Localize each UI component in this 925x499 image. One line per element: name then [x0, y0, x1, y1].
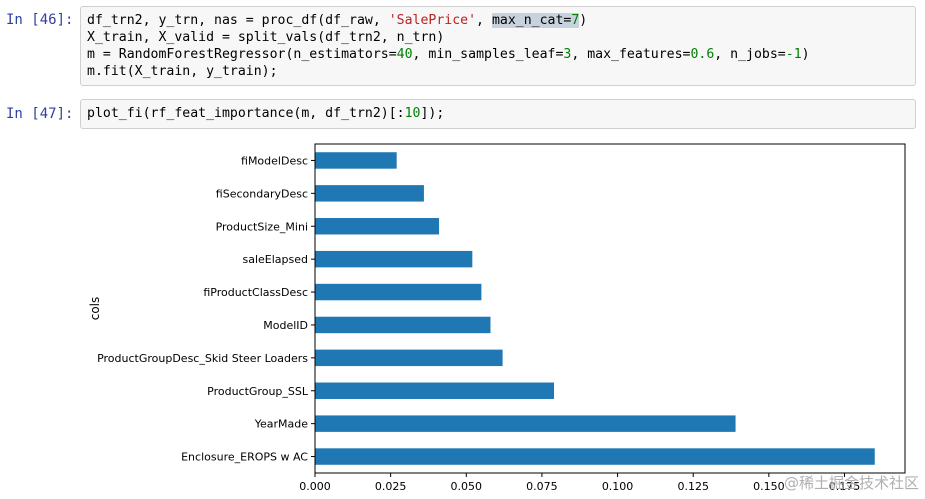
x-tick-label: 0.025: [375, 480, 407, 493]
bar: [315, 448, 875, 465]
bar: [315, 218, 440, 235]
code-token: , min_samples_leaf=: [412, 47, 564, 62]
x-tick-label: 0.100: [602, 480, 634, 493]
code-token: ,: [476, 13, 492, 28]
code-token: ): [801, 47, 810, 62]
code-line: X_train, X_valid = split_vals(df_trn2, n…: [87, 29, 909, 46]
code-token: 'SalePrice': [388, 13, 477, 28]
x-tick-label: 0.050: [451, 480, 483, 493]
code-token: , max_features=: [571, 47, 691, 62]
code-token: max_n_cat=: [491, 13, 572, 28]
feature-importance-chart: Enclosure_EROPS w AC YearMade ProductGroup…: [88, 143, 906, 493]
y-tick-label: ProductGroupDesc_Skid Steer Loaders: [97, 352, 308, 365]
x-tick-label: 0.075: [526, 480, 558, 493]
x-tick-label: 0.000: [299, 480, 331, 493]
code-token: -1: [785, 47, 802, 62]
y-tick-label: ModelID: [263, 319, 308, 332]
code-token: ): [579, 13, 588, 28]
cell-prompt-46: In [46]:: [6, 12, 74, 28]
code-token: 40: [396, 47, 413, 62]
code-token: ]);: [420, 106, 445, 121]
y-tick-label: ProductGroup_SSL: [207, 385, 309, 398]
watermark: @稀土掘金技术社区: [783, 474, 919, 492]
code-editor-47[interactable]: plot_fi(rf_feat_importance(m, df_trn2)[:…: [81, 100, 915, 127]
code-token: m = RandomForestRegressor(n_estimators=: [87, 47, 397, 62]
code-line: df_trn2, y_trn, nas = proc_df(df_raw, 'S…: [87, 12, 909, 29]
code-line: m.fit(X_train, y_train);: [87, 63, 909, 80]
y-tick-label: fiModelDesc: [241, 154, 308, 167]
bar: [315, 185, 424, 202]
bar: [315, 382, 555, 399]
x-tick-label: 0.150: [753, 480, 785, 493]
bar: [315, 152, 397, 169]
code-token: df_trn2, y_trn, nas = proc_df(df_raw,: [87, 13, 389, 28]
bar: [315, 415, 736, 432]
y-tick-label: fiSecondaryDesc: [216, 187, 308, 200]
y-tick-label: saleElapsed: [242, 253, 308, 266]
code-cell-47[interactable]: plot_fi(rf_feat_importance(m, df_trn2)[:…: [80, 99, 916, 129]
bar: [315, 250, 473, 268]
code-line: m = RandomForestRegressor(n_estimators=4…: [87, 46, 909, 63]
code-token: plot_fi(rf_feat_importance(m, df_trn2)[:: [87, 106, 405, 121]
code-token: , n_jobs=: [714, 47, 786, 62]
code-cell-46[interactable]: df_trn2, y_trn, nas = proc_df(df_raw, 'S…: [80, 6, 916, 86]
cell-prompt-47: In [47]:: [6, 106, 74, 122]
y-tick-label: YearMade: [254, 418, 309, 431]
bar: [315, 349, 503, 367]
x-tick-label: 0.125: [677, 480, 709, 493]
y-axis-label: cols: [88, 297, 102, 321]
bar: [315, 316, 491, 334]
code-token: m.fit(X_train, y_train);: [87, 64, 278, 79]
code-editor-46[interactable]: df_trn2, y_trn, nas = proc_df(df_raw, 'S…: [81, 7, 915, 85]
y-tick-label: fiProductClassDesc: [203, 286, 308, 299]
code-token: 0.6: [690, 47, 715, 62]
y-tick-label: ProductSize_Mini: [216, 220, 308, 233]
code-token: X_train, X_valid = split_vals(df_trn2, n…: [87, 30, 445, 45]
bar: [315, 283, 482, 301]
code-token: 10: [404, 106, 421, 121]
code-line: plot_fi(rf_feat_importance(m, df_trn2)[:…: [87, 105, 909, 122]
y-tick-label: Enclosure_EROPS w AC: [181, 451, 308, 464]
